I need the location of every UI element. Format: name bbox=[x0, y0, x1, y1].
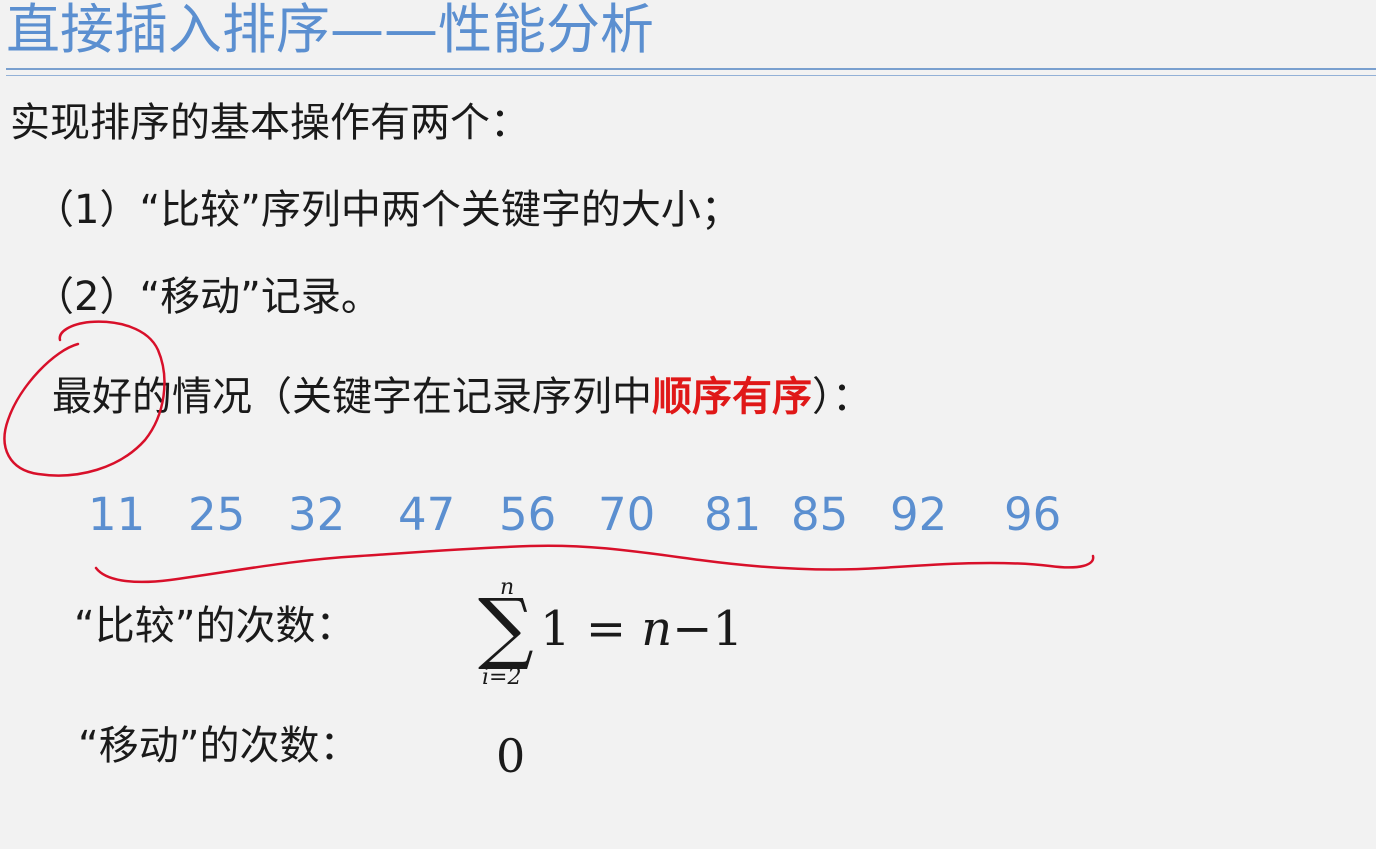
intro-text: 实现排序的基本操作有两个： bbox=[10, 100, 530, 146]
sequence-number: 47 bbox=[398, 488, 456, 541]
sequence-number: 11 bbox=[88, 488, 146, 541]
equals-sign: = bbox=[585, 601, 627, 657]
sum-expression: 1 = n−1 bbox=[540, 601, 743, 657]
sigma-symbol: ∑ bbox=[478, 583, 534, 673]
sequence-number: 32 bbox=[288, 488, 346, 541]
slide-title: 直接插入排序——性能分析 bbox=[6, 0, 654, 61]
sequence-number: 96 bbox=[1004, 488, 1062, 541]
move-count-value: 0 bbox=[496, 729, 526, 783]
best-case-text: 最好的情况（关键字在记录序列中顺序有序）： bbox=[52, 371, 872, 423]
list-item-move: （2）“移动”记录。 bbox=[34, 274, 381, 320]
result-variable: n bbox=[641, 601, 673, 657]
sequence-number: 85 bbox=[791, 488, 849, 541]
sequence-number: 81 bbox=[704, 488, 762, 541]
result-rest: −1 bbox=[672, 601, 743, 657]
title-rule-thin bbox=[6, 75, 1376, 76]
move-count-label: “移动”的次数： bbox=[78, 723, 360, 769]
sequence-number: 70 bbox=[598, 488, 656, 541]
best-case-suffix: ）： bbox=[812, 374, 872, 420]
compare-formula: n ∑ i=2 1 = n−1 bbox=[478, 575, 743, 695]
compare-count-label: “比较”的次数： bbox=[74, 603, 356, 649]
best-case-prefix: 最好的情况（关键字在记录序列中 bbox=[52, 374, 652, 420]
slide: 直接插入排序——性能分析 实现排序的基本操作有两个： （1）“比较”序列中两个关… bbox=[0, 0, 1376, 849]
list-item-compare: （1）“比较”序列中两个关键字的大小； bbox=[34, 187, 741, 233]
sum-lower-limit: i=2 bbox=[482, 665, 522, 690]
sequence-number: 56 bbox=[499, 488, 557, 541]
sequence-number: 25 bbox=[188, 488, 246, 541]
title-rule bbox=[6, 68, 1376, 70]
best-case-highlight: 顺序有序 bbox=[652, 374, 812, 420]
sum-body: 1 bbox=[540, 601, 571, 657]
sequence-number: 92 bbox=[890, 488, 948, 541]
